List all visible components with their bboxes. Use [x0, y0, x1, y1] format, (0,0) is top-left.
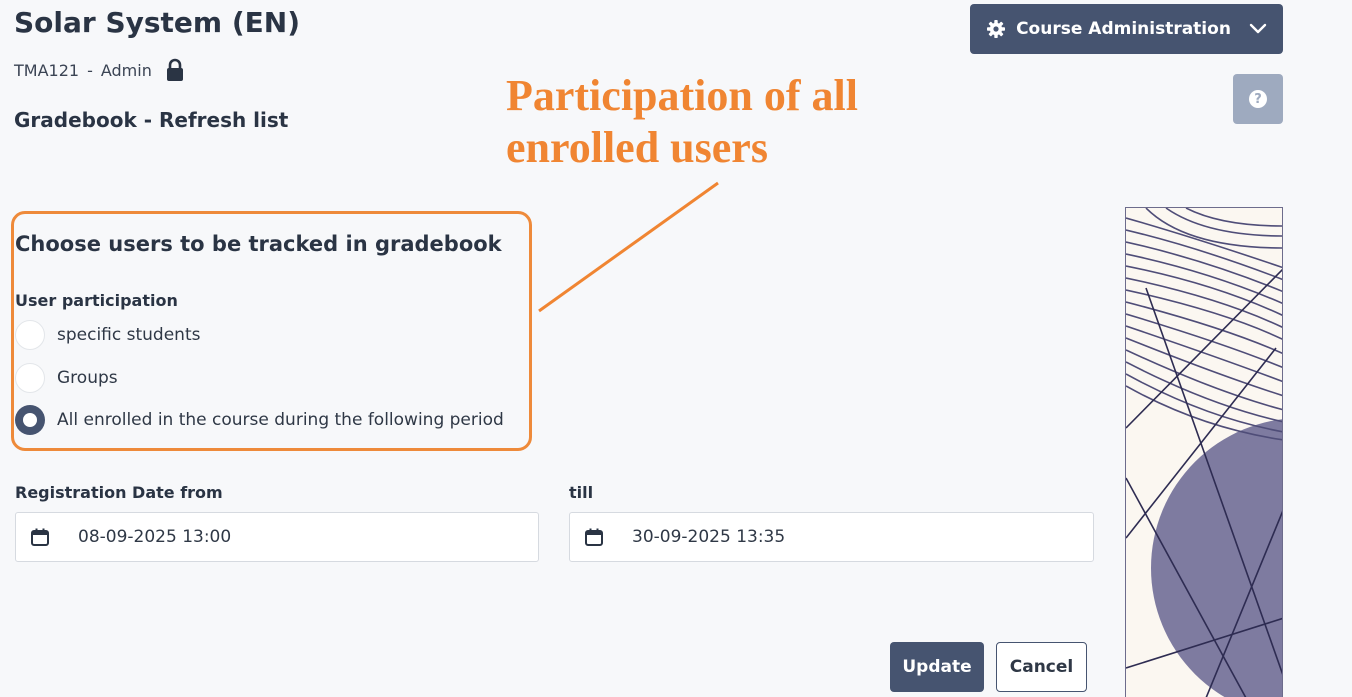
chevron-down-icon	[1249, 23, 1267, 34]
lock-icon	[166, 58, 183, 81]
course-administration-label: Course Administration	[1016, 19, 1231, 39]
annotation-line-2: enrolled users	[506, 123, 768, 172]
radio-button[interactable]	[15, 363, 45, 393]
radio-all-enrolled[interactable]: All enrolled in the course during the fo…	[15, 405, 504, 435]
date-till-value: 30-09-2025 13:35	[632, 527, 786, 547]
calendar-icon	[31, 528, 49, 546]
date-till-input[interactable]: 30-09-2025 13:35	[569, 512, 1094, 562]
user-participation-label: User participation	[15, 291, 178, 310]
radio-groups[interactable]: Groups	[15, 363, 118, 393]
section-title: Choose users to be tracked in gradebook	[15, 232, 502, 256]
date-from-value: 08-09-2025 13:00	[78, 527, 232, 547]
date-from-input[interactable]: 08-09-2025 13:00	[15, 512, 539, 562]
course-administration-button[interactable]: Course Administration	[970, 4, 1283, 54]
course-title: Solar System (EN)	[14, 6, 300, 39]
gear-icon	[987, 20, 1006, 38]
decorative-image	[1125, 207, 1283, 697]
page-heading: Gradebook - Refresh list	[14, 108, 289, 132]
annotation-line-1: Participation of all	[506, 71, 858, 120]
radio-specific-students[interactable]: specific students	[15, 320, 200, 350]
date-from-label: Registration Date from	[15, 483, 223, 502]
annotation-callout: Participation of all enrolled users	[506, 70, 858, 174]
help-button[interactable]: ?	[1233, 74, 1283, 124]
meta-separator: -	[87, 60, 93, 80]
radio-label: specific students	[57, 325, 201, 345]
date-till-label: till	[569, 483, 594, 502]
cancel-button[interactable]: Cancel	[996, 642, 1087, 692]
calendar-icon	[585, 528, 603, 546]
decorative-pattern	[1126, 208, 1282, 697]
radio-button-selected[interactable]	[15, 405, 45, 435]
update-button[interactable]: Update	[890, 642, 984, 692]
radio-button[interactable]	[15, 320, 45, 350]
user-role: Admin	[100, 60, 152, 80]
course-code: TMA121	[14, 60, 80, 80]
radio-label: Groups	[57, 368, 118, 388]
course-meta: TMA121 - Admin	[14, 58, 186, 82]
help-icon: ?	[1249, 90, 1267, 108]
radio-label: All enrolled in the course during the fo…	[57, 410, 504, 430]
